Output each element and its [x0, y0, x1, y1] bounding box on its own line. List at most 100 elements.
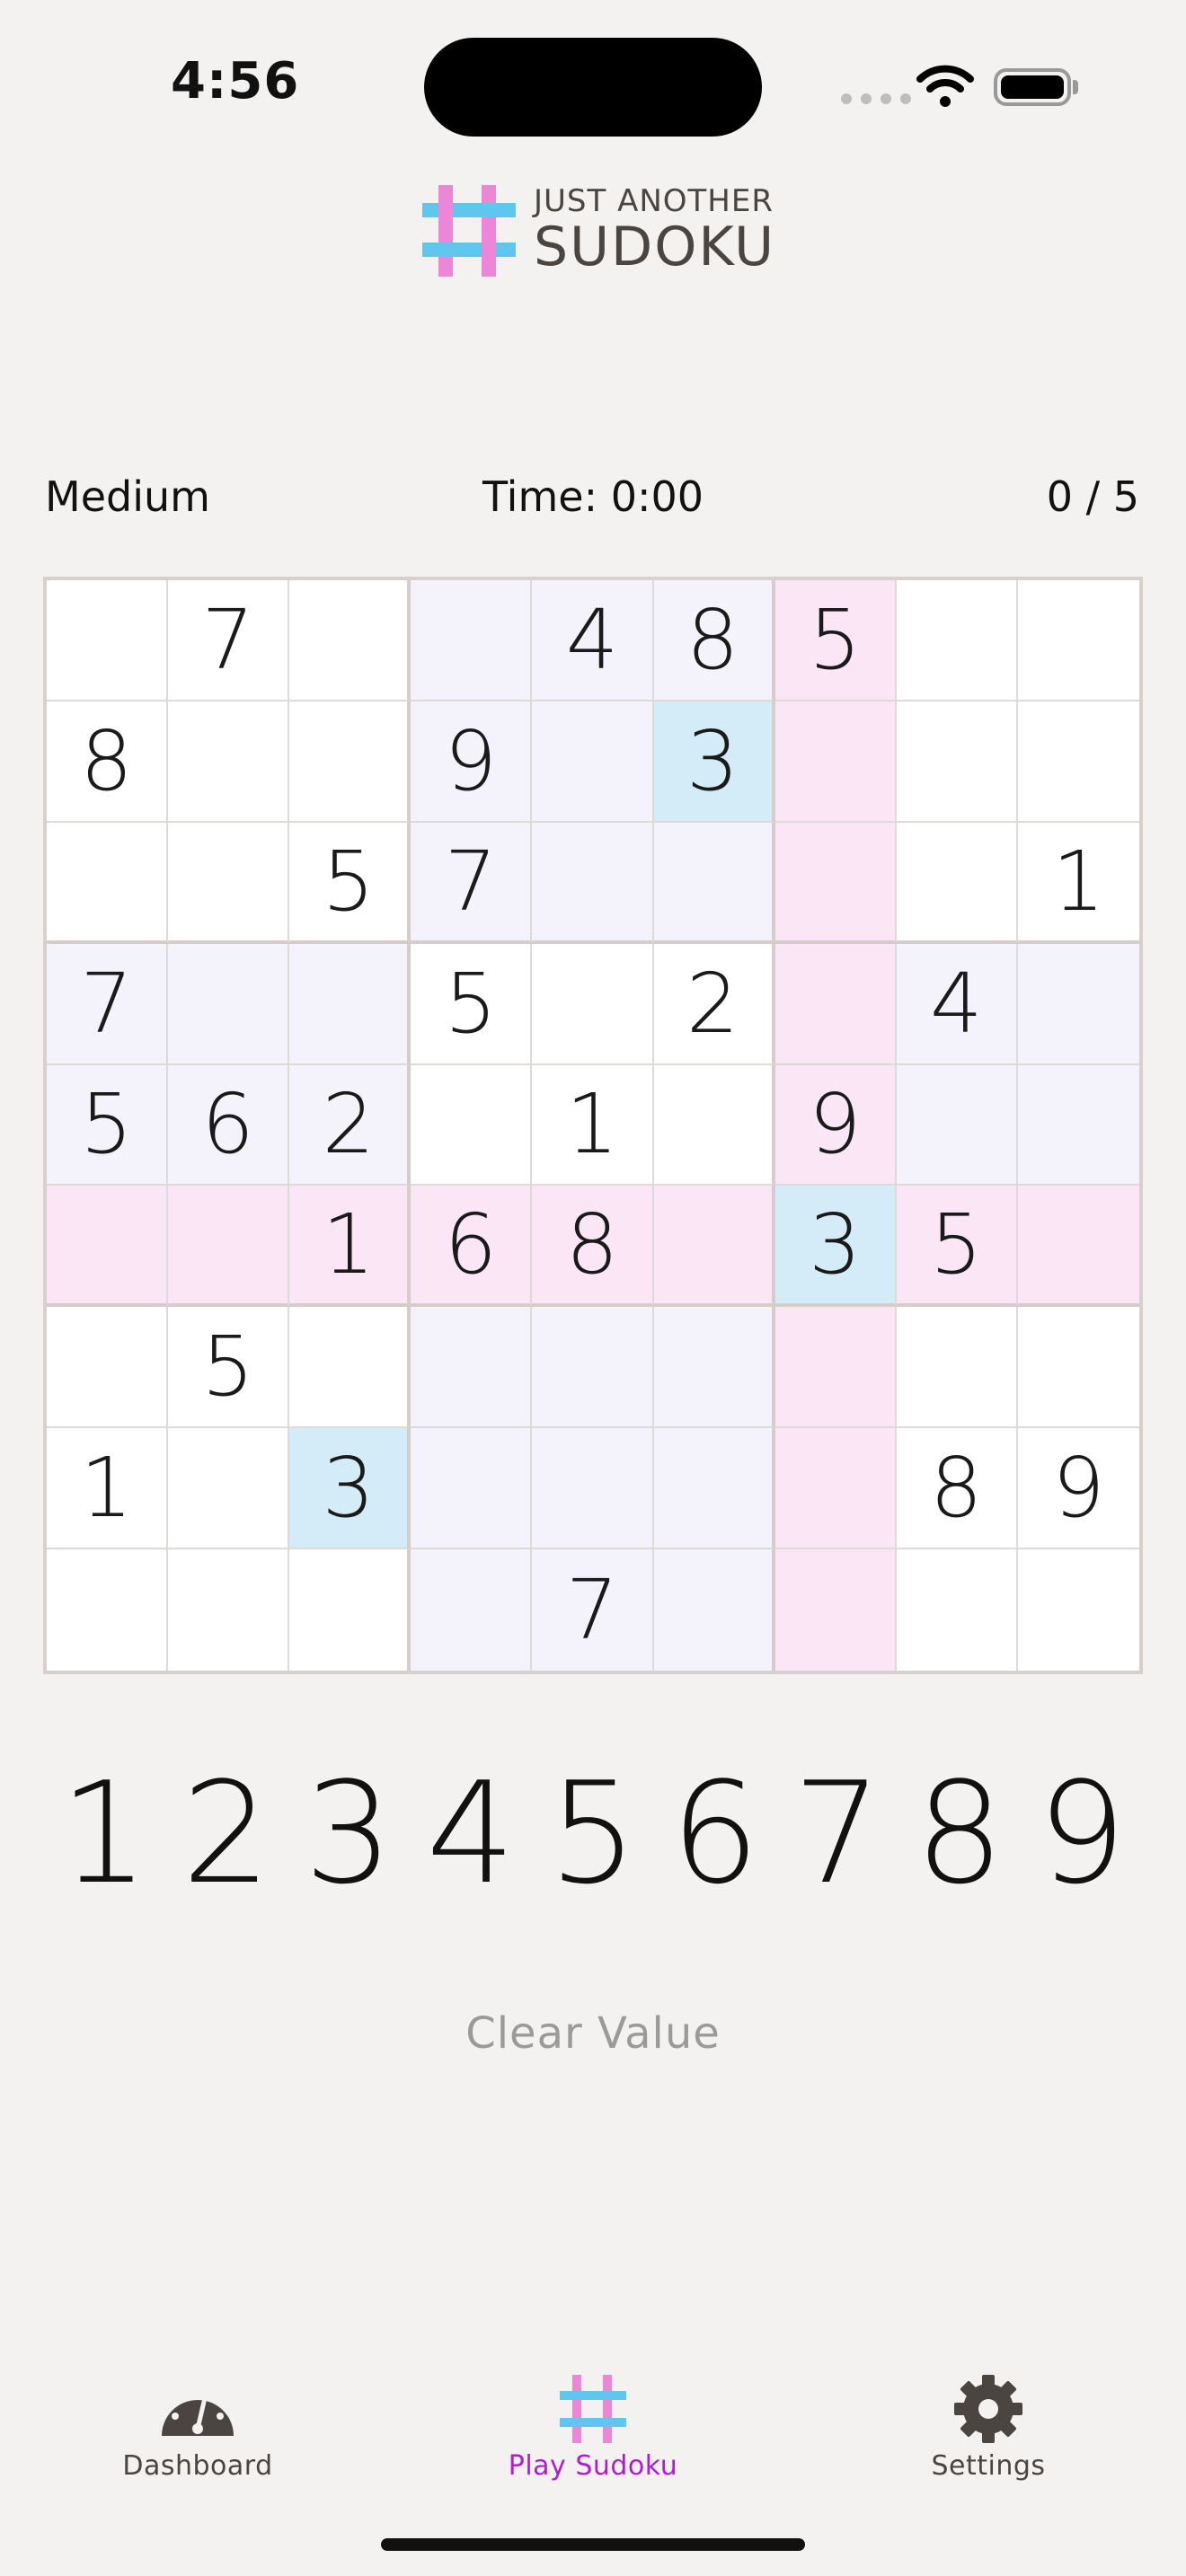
sudoku-cell[interactable]: 6 [168, 1064, 290, 1187]
sudoku-cell[interactable] [653, 1428, 775, 1550]
sudoku-cell[interactable] [168, 1549, 290, 1671]
sudoku-cell[interactable]: 7 [47, 943, 169, 1065]
sudoku-cell[interactable]: 1 [1017, 822, 1139, 944]
sudoku-cell[interactable] [411, 1064, 533, 1187]
sudoku-cell[interactable]: 4 [532, 580, 654, 701]
number-key-3[interactable]: 3 [288, 1751, 410, 1915]
sudoku-cell[interactable]: 9 [1017, 1428, 1139, 1550]
clear-value-button[interactable]: Clear Value [0, 2008, 1186, 2059]
sudoku-cell[interactable]: 9 [411, 701, 533, 823]
sudoku-cell[interactable]: 5 [774, 580, 897, 701]
sudoku-cell[interactable] [896, 1549, 1018, 1671]
sudoku-cell[interactable]: 3 [774, 1186, 897, 1308]
cellular-signal-icon [841, 93, 911, 104]
logo-line-1: JUST ANOTHER [534, 183, 774, 219]
number-key-2[interactable]: 2 [165, 1751, 288, 1915]
number-key-6[interactable]: 6 [654, 1751, 776, 1915]
sudoku-cell[interactable] [774, 1428, 897, 1550]
sudoku-cell[interactable] [896, 1064, 1018, 1187]
sudoku-cell[interactable] [774, 822, 897, 944]
sudoku-cell[interactable]: 1 [47, 1428, 169, 1550]
tab-settings[interactable]: Settings [872, 2373, 1105, 2482]
tab-play-sudoku[interactable]: Play Sudoku [476, 2373, 710, 2482]
sudoku-cell[interactable] [47, 1307, 169, 1429]
sudoku-cell[interactable] [289, 580, 412, 701]
sudoku-cell[interactable] [774, 701, 897, 823]
sudoku-cell[interactable]: 5 [168, 1307, 290, 1429]
number-key-1[interactable]: 1 [43, 1751, 165, 1915]
sudoku-cell[interactable] [411, 580, 533, 701]
sudoku-grid: 748589357175245621916835513897 [43, 577, 1143, 1674]
sudoku-cell[interactable] [1017, 580, 1139, 701]
sudoku-cell[interactable] [411, 1307, 533, 1429]
sudoku-cell[interactable]: 7 [532, 1549, 654, 1671]
sudoku-cell[interactable]: 6 [411, 1186, 533, 1308]
sudoku-cell[interactable]: 2 [289, 1064, 412, 1187]
sudoku-cell[interactable] [47, 1186, 169, 1308]
sudoku-cell[interactable] [532, 822, 654, 944]
sudoku-cell[interactable] [168, 701, 290, 823]
sudoku-cell[interactable]: 8 [896, 1428, 1018, 1550]
sudoku-cell[interactable] [774, 1307, 897, 1429]
sudoku-cell[interactable] [653, 1307, 775, 1429]
sudoku-cell[interactable]: 3 [653, 701, 775, 823]
sudoku-cell[interactable] [896, 1307, 1018, 1429]
sudoku-cell[interactable] [1017, 943, 1139, 1065]
sudoku-cell[interactable] [47, 1549, 169, 1671]
number-key-9[interactable]: 9 [1021, 1751, 1143, 1915]
number-key-7[interactable]: 7 [776, 1751, 898, 1915]
sudoku-cell[interactable] [168, 1186, 290, 1308]
sudoku-cell[interactable] [653, 1549, 775, 1671]
number-key-4[interactable]: 4 [410, 1751, 532, 1915]
sudoku-cell[interactable]: 8 [653, 580, 775, 701]
sudoku-cell[interactable] [47, 822, 169, 944]
sudoku-cell[interactable]: 9 [774, 1064, 897, 1187]
sudoku-cell[interactable]: 1 [532, 1064, 654, 1187]
sudoku-cell[interactable] [411, 1549, 533, 1671]
sudoku-cell[interactable]: 5 [289, 822, 412, 944]
sudoku-cell[interactable]: 5 [896, 1186, 1018, 1308]
tab-dashboard[interactable]: Dashboard [81, 2373, 314, 2482]
sudoku-cell[interactable]: 1 [289, 1186, 412, 1308]
sudoku-cell[interactable]: 5 [411, 943, 533, 1065]
sudoku-cell[interactable]: 2 [653, 943, 775, 1065]
sudoku-cell[interactable] [1017, 1307, 1139, 1429]
sudoku-cell[interactable] [289, 1549, 412, 1671]
sudoku-cell[interactable] [289, 1307, 412, 1429]
sudoku-cell[interactable]: 5 [47, 1064, 169, 1187]
sudoku-cell[interactable]: 7 [411, 822, 533, 944]
number-pad: 123456789 [43, 1751, 1143, 1915]
sudoku-cell[interactable] [774, 1549, 897, 1671]
sudoku-cell[interactable] [1017, 1549, 1139, 1671]
sudoku-cell[interactable] [1017, 1064, 1139, 1187]
sudoku-cell[interactable] [289, 943, 412, 1065]
sudoku-cell[interactable]: 7 [168, 580, 290, 701]
tab-settings-label: Settings [931, 2450, 1046, 2482]
number-key-5[interactable]: 5 [532, 1751, 654, 1915]
sudoku-cell[interactable] [653, 822, 775, 944]
sudoku-cell[interactable] [896, 580, 1018, 701]
sudoku-cell[interactable]: 8 [532, 1186, 654, 1308]
sudoku-cell[interactable] [289, 701, 412, 823]
sudoku-cell[interactable] [532, 943, 654, 1065]
sudoku-cell[interactable]: 8 [47, 701, 169, 823]
sudoku-cell[interactable] [653, 1186, 775, 1308]
sudoku-cell[interactable] [47, 580, 169, 701]
sudoku-cell[interactable] [774, 943, 897, 1065]
sudoku-cell[interactable] [168, 822, 290, 944]
sudoku-cell[interactable]: 4 [896, 943, 1018, 1065]
sudoku-cell[interactable] [532, 1428, 654, 1550]
sudoku-cell[interactable] [1017, 1186, 1139, 1308]
number-key-8[interactable]: 8 [898, 1751, 1021, 1915]
sudoku-cell[interactable] [411, 1428, 533, 1550]
sudoku-cell[interactable] [896, 701, 1018, 823]
sudoku-cell[interactable] [532, 1307, 654, 1429]
dynamic-island [424, 38, 762, 137]
sudoku-cell[interactable] [168, 943, 290, 1065]
sudoku-cell[interactable] [896, 822, 1018, 944]
sudoku-cell[interactable] [1017, 701, 1139, 823]
sudoku-cell[interactable] [168, 1428, 290, 1550]
sudoku-cell[interactable]: 3 [289, 1428, 412, 1550]
sudoku-cell[interactable] [653, 1064, 775, 1187]
sudoku-cell[interactable] [532, 701, 654, 823]
